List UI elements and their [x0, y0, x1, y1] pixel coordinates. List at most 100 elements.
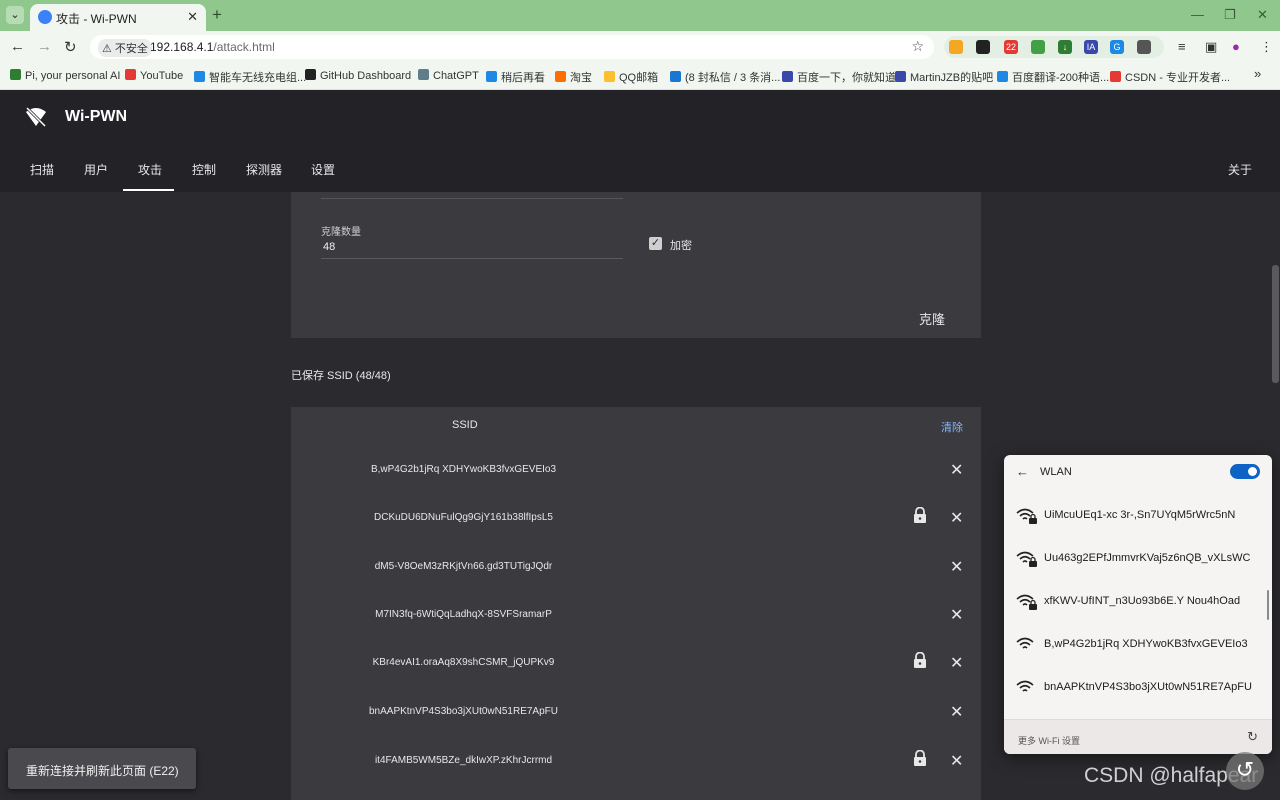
minimize-icon[interactable]: — — [1191, 7, 1204, 22]
table-row: bnAAPKtnVP4S3bo3jXUt0wN51RE7ApFU ✕ — [291, 702, 981, 753]
bookmark-label: 稍后再看 — [501, 72, 545, 84]
ssid-name: DCKuDU6DNuFulQg9GjY161b38lfIpsL5 — [374, 512, 553, 523]
bookmark-item[interactable]: ChatGPT — [418, 69, 479, 82]
browser-tab-strip: ⌄ 攻击 - Wi-PWN ✕ + — ❐ ✕ — [0, 0, 1280, 31]
restore-icon[interactable]: ❐ — [1224, 7, 1236, 23]
delete-icon[interactable]: ✕ — [950, 653, 963, 673]
clear-button[interactable]: 清除 — [941, 419, 963, 435]
translate-icon[interactable]: G — [1110, 40, 1124, 54]
encrypt-checkbox[interactable]: ✓ — [649, 237, 662, 250]
baidu-icon — [782, 71, 793, 82]
bookmark-item[interactable]: YouTube — [125, 69, 183, 82]
new-tab-button[interactable]: + — [212, 5, 222, 25]
tab-about[interactable]: 关于 — [1228, 161, 1252, 178]
bookmark-item[interactable]: GitHub Dashboard — [305, 69, 411, 82]
floating-refresh-icon[interactable]: ↺ — [1226, 752, 1264, 790]
bookmark-favicon-icon — [486, 71, 497, 82]
bookmark-item[interactable]: 淘宝 — [555, 69, 592, 85]
lock-icon — [914, 750, 926, 766]
bookmark-label: Pi, your personal AI — [25, 70, 121, 82]
saved-ssid-table: SSID 清除 B,wP4G2b1jRq XDHYwoKB3fvxGEVEIo3… — [291, 407, 981, 800]
tab-scan[interactable]: 扫描 — [30, 161, 54, 178]
extension-icon[interactable]: IA — [1084, 40, 1098, 54]
wlan-title: WLAN — [1040, 466, 1072, 478]
refresh-icon[interactable]: ↻ — [1247, 729, 1258, 745]
tab-control[interactable]: 控制 — [192, 161, 216, 178]
tab-users[interactable]: 用户 — [84, 161, 108, 178]
insecure-badge[interactable]: ⚠ 不安全 — [98, 39, 152, 57]
ssid-column-header: SSID — [452, 419, 478, 431]
bookmark-item[interactable]: (8 封私信 / 3 条消... — [670, 69, 780, 85]
tab-attack[interactable]: 攻击 — [138, 161, 162, 178]
wifi-secured-icon — [1016, 551, 1037, 567]
encrypt-label[interactable]: 加密 — [670, 237, 692, 253]
reload-icon[interactable]: ↻ — [64, 38, 77, 56]
delete-icon[interactable]: ✕ — [950, 557, 963, 577]
url-text[interactable]: 192.168.4.1/attack.html — [150, 40, 275, 54]
extension-icon[interactable] — [949, 40, 963, 54]
active-tab-indicator — [123, 189, 174, 191]
delete-icon[interactable]: ✕ — [950, 702, 963, 722]
bookmark-star-icon[interactable]: ☆ — [911, 38, 924, 55]
tab-close-icon[interactable]: ✕ — [187, 9, 198, 25]
extension-badge-icon[interactable]: 22 — [1004, 40, 1018, 54]
menu-kebab-icon[interactable]: ⋮ — [1260, 39, 1273, 55]
bookmark-item[interactable]: QQ邮箱 — [604, 69, 658, 85]
tab-search-button[interactable]: ⌄ — [6, 6, 24, 24]
wifi-network-item[interactable]: bnAAPKtnVP4S3bo3jXUt0wN51RE7ApFU — [1004, 677, 1272, 720]
baidu-translate-icon — [997, 71, 1008, 82]
ssid-name: bnAAPKtnVP4S3bo3jXUt0wN51RE7ApFU — [369, 706, 558, 717]
close-window-icon[interactable]: ✕ — [1257, 7, 1268, 23]
wifi-network-item[interactable]: Uu463g2EPfJmmvrKVaj5z6nQB_vXLsWC — [1004, 548, 1272, 591]
address-bar[interactable]: ⚠ 不安全 192.168.4.1/attack.html ☆ — [90, 35, 934, 59]
lock-icon — [914, 507, 926, 523]
bookmark-label: CSDN - 专业开发者... — [1125, 72, 1231, 84]
extensions-puzzle-icon[interactable] — [1137, 40, 1151, 54]
more-bookmarks-icon[interactable]: » — [1254, 66, 1261, 81]
wlan-toggle[interactable] — [1230, 464, 1260, 479]
wifi-secured-icon — [1016, 508, 1037, 524]
bookmark-item[interactable]: MartinJZB的贴吧 — [895, 69, 993, 85]
extension-icon[interactable] — [1031, 40, 1045, 54]
zhihu-icon — [670, 71, 681, 82]
bookmark-item[interactable]: 百度翻译-200种语... — [997, 69, 1109, 85]
bookmark-item[interactable]: Pi, your personal AI — [10, 69, 120, 82]
back-arrow-icon[interactable]: ← — [1016, 464, 1029, 479]
table-row: dM5-V8OeM3zRKjtVn66.gd3TUTigJQdr ✕ — [291, 557, 981, 608]
bookmark-item[interactable]: 稍后再看 — [486, 69, 545, 85]
bookmark-label: GitHub Dashboard — [320, 70, 412, 82]
clone-button[interactable]: 克隆 — [919, 309, 945, 328]
clone-count-input[interactable]: 48 — [323, 241, 335, 253]
tab-detector[interactable]: 探测器 — [246, 161, 282, 178]
reconnect-toast[interactable]: 重新连接并刷新此页面 (E22) — [8, 748, 196, 789]
wifi-network-item[interactable]: B,wP4G2b1jRq XDHYwoKB3fvxGEVEIo3 — [1004, 634, 1272, 677]
extension-icon[interactable] — [976, 40, 990, 54]
delete-icon[interactable]: ✕ — [950, 751, 963, 771]
app-header: Wi-PWN 扫描 用户 攻击 控制 探测器 设置 关于 — [0, 90, 1280, 192]
delete-icon[interactable]: ✕ — [950, 508, 963, 528]
bookmark-label: 百度一下，你就知道 — [797, 72, 896, 84]
tab-settings[interactable]: 设置 — [311, 161, 335, 178]
reading-list-icon[interactable]: ≡ — [1178, 39, 1186, 54]
side-panel-icon[interactable]: ▣ — [1205, 39, 1217, 55]
bookmark-item[interactable]: 百度一下，你就知道 — [782, 69, 896, 85]
bookmark-favicon-icon — [194, 71, 205, 82]
table-row: it4FAMB5WM5BZe_dkIwXP.zKhrJcrrmd ✕ — [291, 750, 981, 800]
wifi-network-name: bnAAPKtnVP4S3bo3jXUt0wN51RE7ApFU — [1044, 681, 1252, 693]
profile-avatar-icon[interactable]: ● — [1232, 39, 1240, 54]
extensions-area: 22 ↓ IA G — [944, 36, 1164, 58]
forward-icon[interactable]: → — [37, 38, 52, 55]
download-icon[interactable]: ↓ — [1058, 40, 1072, 54]
bookmark-item[interactable]: 智能车无线充电组... — [194, 69, 306, 85]
wifi-network-item[interactable]: xfKWV-UfINT_n3Uo93b6E.Y Nou4hOad — [1004, 591, 1272, 634]
delete-icon[interactable]: ✕ — [950, 460, 963, 480]
bookmark-item[interactable]: CSDN - 专业开发者... — [1110, 69, 1230, 85]
back-icon[interactable]: ← — [10, 38, 25, 55]
page-scrollbar-thumb[interactable] — [1272, 265, 1279, 383]
delete-icon[interactable]: ✕ — [950, 605, 963, 625]
more-wifi-settings-link[interactable]: 更多 Wi-Fi 设置 — [1018, 734, 1080, 747]
wlan-footer: 更多 Wi-Fi 设置 ↻ — [1004, 719, 1272, 754]
wifi-network-item[interactable]: UiMcuUEq1-xc 3r-,Sn7UYqM5rWrc5nN — [1004, 505, 1272, 548]
browser-tab-active[interactable]: 攻击 - Wi-PWN ✕ — [30, 4, 206, 31]
wlan-scrollbar[interactable] — [1267, 590, 1269, 620]
